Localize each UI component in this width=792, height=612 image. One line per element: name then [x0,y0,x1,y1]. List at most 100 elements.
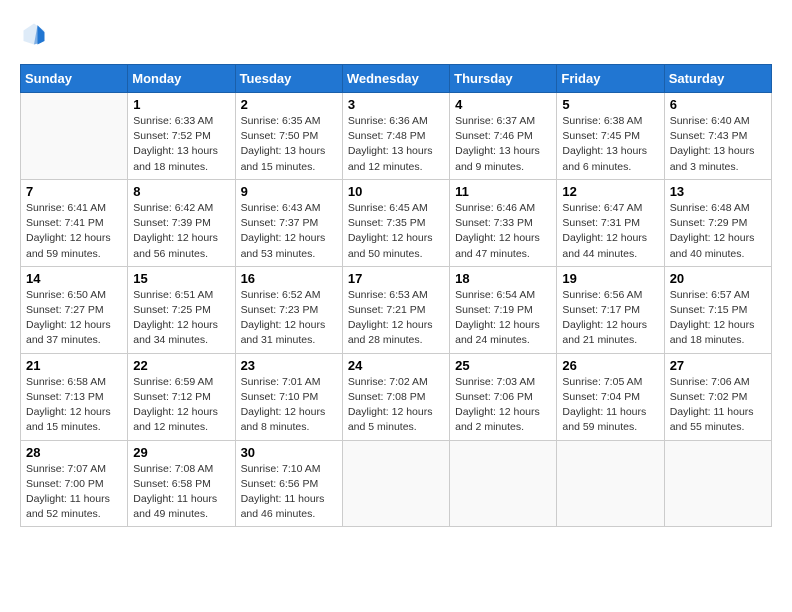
day-info: Sunrise: 6:35 AM Sunset: 7:50 PM Dayligh… [241,114,337,175]
calendar-cell: 12 Sunrise: 6:47 AM Sunset: 7:31 PM Dayli… [557,179,664,266]
day-number: 25 [455,358,551,373]
calendar-cell: 26Sunrise: 7:05 AM Sunset: 7:04 PM Dayli… [557,353,664,440]
day-info: Sunrise: 7:10 AM Sunset: 6:56 PM Dayligh… [241,462,337,523]
day-number: 28 [26,445,122,460]
day-number: 11 [455,184,551,199]
logo [20,20,52,48]
calendar-cell: 24 Sunrise: 7:02 AM Sunset: 7:08 PM Dayli… [342,353,449,440]
col-header-saturday: Saturday [664,65,771,93]
col-header-thursday: Thursday [450,65,557,93]
col-header-wednesday: Wednesday [342,65,449,93]
day-number: 8 [133,184,229,199]
calendar-table: SundayMondayTuesdayWednesdayThursdayFrid… [20,64,772,527]
day-number: 24 [348,358,444,373]
calendar-cell: 18Sunrise: 6:54 AM Sunset: 7:19 PM Dayli… [450,266,557,353]
calendar-cell: 7 Sunrise: 6:41 AM Sunset: 7:41 PM Daylig… [21,179,128,266]
calendar-cell: 17 Sunrise: 6:53 AM Sunset: 7:21 PM Dayli… [342,266,449,353]
day-number: 26 [562,358,658,373]
day-info: Sunrise: 7:06 AM Sunset: 7:02 PM Dayligh… [670,375,766,436]
day-number: 6 [670,97,766,112]
calendar-cell: 16 Sunrise: 6:52 AM Sunset: 7:23 PM Dayli… [235,266,342,353]
day-info: Sunrise: 6:38 AM Sunset: 7:45 PM Dayligh… [562,114,658,175]
day-info: Sunrise: 6:51 AM Sunset: 7:25 PM Dayligh… [133,288,229,349]
col-header-sunday: Sunday [21,65,128,93]
calendar-cell: 27 Sunrise: 7:06 AM Sunset: 7:02 PM Dayli… [664,353,771,440]
calendar-cell [342,440,449,527]
day-number: 10 [348,184,444,199]
calendar-cell: 30 Sunrise: 7:10 AM Sunset: 6:56 PM Dayli… [235,440,342,527]
calendar-cell: 15 Sunrise: 6:51 AM Sunset: 7:25 PM Dayli… [128,266,235,353]
page-header [20,20,772,48]
calendar-cell: 11 Sunrise: 6:46 AM Sunset: 7:33 PM Dayli… [450,179,557,266]
day-number: 17 [348,271,444,286]
day-info: Sunrise: 6:58 AM Sunset: 7:13 PM Dayligh… [26,375,122,436]
day-info: Sunrise: 6:53 AM Sunset: 7:21 PM Dayligh… [348,288,444,349]
day-number: 30 [241,445,337,460]
day-number: 19 [562,271,658,286]
day-info: Sunrise: 6:37 AM Sunset: 7:46 PM Dayligh… [455,114,551,175]
day-number: 12 [562,184,658,199]
day-info: Sunrise: 6:33 AM Sunset: 7:52 PM Dayligh… [133,114,229,175]
day-info: Sunrise: 6:57 AM Sunset: 7:15 PM Dayligh… [670,288,766,349]
day-info: Sunrise: 7:07 AM Sunset: 7:00 PM Dayligh… [26,462,122,523]
calendar-cell: 4 Sunrise: 6:37 AM Sunset: 7:46 PM Daylig… [450,93,557,180]
calendar-cell [21,93,128,180]
day-number: 22 [133,358,229,373]
day-number: 16 [241,271,337,286]
day-number: 20 [670,271,766,286]
calendar-cell: 10 Sunrise: 6:45 AM Sunset: 7:35 PM Dayli… [342,179,449,266]
day-number: 7 [26,184,122,199]
calendar-cell: 13Sunrise: 6:48 AM Sunset: 7:29 PM Dayli… [664,179,771,266]
day-number: 1 [133,97,229,112]
calendar-cell [450,440,557,527]
col-header-monday: Monday [128,65,235,93]
calendar-cell [664,440,771,527]
logo-icon [20,20,48,48]
day-info: Sunrise: 6:48 AM Sunset: 7:29 PM Dayligh… [670,201,766,262]
day-number: 23 [241,358,337,373]
day-info: Sunrise: 6:56 AM Sunset: 7:17 PM Dayligh… [562,288,658,349]
calendar-cell: 6Sunrise: 6:40 AM Sunset: 7:43 PM Daylig… [664,93,771,180]
day-number: 9 [241,184,337,199]
day-info: Sunrise: 6:52 AM Sunset: 7:23 PM Dayligh… [241,288,337,349]
day-info: Sunrise: 7:01 AM Sunset: 7:10 PM Dayligh… [241,375,337,436]
calendar-cell: 23 Sunrise: 7:01 AM Sunset: 7:10 PM Dayli… [235,353,342,440]
calendar-cell: 19 Sunrise: 6:56 AM Sunset: 7:17 PM Dayli… [557,266,664,353]
day-info: Sunrise: 6:46 AM Sunset: 7:33 PM Dayligh… [455,201,551,262]
col-header-tuesday: Tuesday [235,65,342,93]
day-info: Sunrise: 6:43 AM Sunset: 7:37 PM Dayligh… [241,201,337,262]
day-info: Sunrise: 6:59 AM Sunset: 7:12 PM Dayligh… [133,375,229,436]
day-number: 15 [133,271,229,286]
day-number: 21 [26,358,122,373]
day-info: Sunrise: 6:45 AM Sunset: 7:35 PM Dayligh… [348,201,444,262]
calendar-cell: 9 Sunrise: 6:43 AM Sunset: 7:37 PM Daylig… [235,179,342,266]
calendar-cell: 20 Sunrise: 6:57 AM Sunset: 7:15 PM Dayli… [664,266,771,353]
day-number: 2 [241,97,337,112]
day-info: Sunrise: 6:41 AM Sunset: 7:41 PM Dayligh… [26,201,122,262]
day-number: 4 [455,97,551,112]
day-info: Sunrise: 6:54 AM Sunset: 7:19 PM Dayligh… [455,288,551,349]
day-info: Sunrise: 6:50 AM Sunset: 7:27 PM Dayligh… [26,288,122,349]
calendar-cell: 2 Sunrise: 6:35 AM Sunset: 7:50 PM Daylig… [235,93,342,180]
calendar-cell: 25 Sunrise: 7:03 AM Sunset: 7:06 PM Dayli… [450,353,557,440]
calendar-cell: 14 Sunrise: 6:50 AM Sunset: 7:27 PM Dayli… [21,266,128,353]
day-info: Sunrise: 6:47 AM Sunset: 7:31 PM Dayligh… [562,201,658,262]
day-info: Sunrise: 6:42 AM Sunset: 7:39 PM Dayligh… [133,201,229,262]
calendar-cell: 28 Sunrise: 7:07 AM Sunset: 7:00 PM Dayli… [21,440,128,527]
calendar-cell [557,440,664,527]
col-header-friday: Friday [557,65,664,93]
day-info: Sunrise: 7:03 AM Sunset: 7:06 PM Dayligh… [455,375,551,436]
day-info: Sunrise: 7:02 AM Sunset: 7:08 PM Dayligh… [348,375,444,436]
calendar-cell: 29Sunrise: 7:08 AM Sunset: 6:58 PM Dayli… [128,440,235,527]
calendar-cell: 21 Sunrise: 6:58 AM Sunset: 7:13 PM Dayli… [21,353,128,440]
day-info: Sunrise: 6:36 AM Sunset: 7:48 PM Dayligh… [348,114,444,175]
day-number: 27 [670,358,766,373]
day-info: Sunrise: 7:08 AM Sunset: 6:58 PM Dayligh… [133,462,229,523]
calendar-cell: 5Sunrise: 6:38 AM Sunset: 7:45 PM Daylig… [557,93,664,180]
day-number: 14 [26,271,122,286]
day-number: 3 [348,97,444,112]
calendar-cell: 3 Sunrise: 6:36 AM Sunset: 7:48 PM Daylig… [342,93,449,180]
calendar-cell: 8 Sunrise: 6:42 AM Sunset: 7:39 PM Daylig… [128,179,235,266]
calendar-cell: 1 Sunrise: 6:33 AM Sunset: 7:52 PM Daylig… [128,93,235,180]
calendar-cell: 22 Sunrise: 6:59 AM Sunset: 7:12 PM Dayli… [128,353,235,440]
